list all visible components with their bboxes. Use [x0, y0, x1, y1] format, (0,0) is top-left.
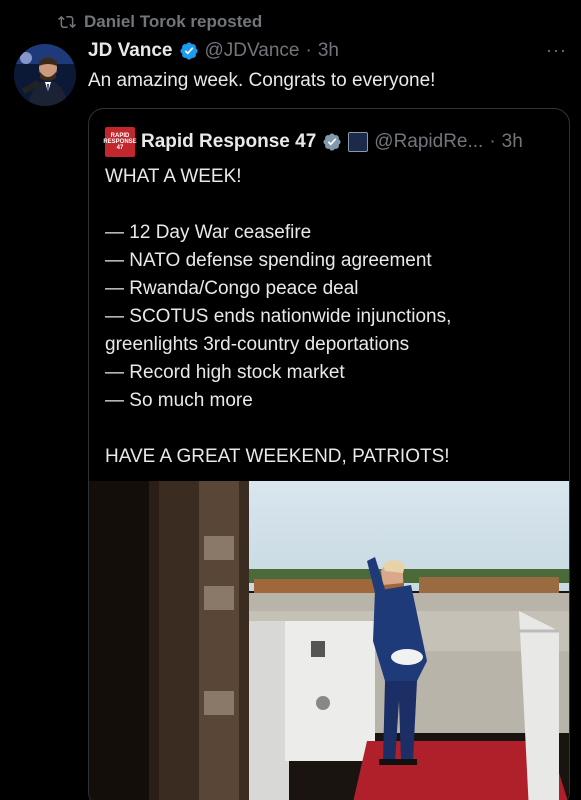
quote-line: — 12 Day War ceasefire [105, 222, 312, 243]
author-handle[interactable]: @JDVance [205, 40, 300, 62]
timestamp[interactable]: 3h [318, 40, 339, 62]
author-name[interactable]: JD Vance [88, 40, 173, 62]
avatar[interactable] [14, 44, 76, 106]
quote-line: — Rwanda/Congo peace deal [105, 278, 359, 299]
quote-line [105, 415, 565, 443]
repost-icon [58, 15, 76, 29]
quote-author-name[interactable]: Rapid Response 47 [141, 131, 316, 153]
quote-separator-dot: · [489, 131, 496, 152]
gray-verified-badge-icon [323, 133, 341, 151]
quote-timestamp[interactable]: 3h [502, 131, 523, 153]
quote-line: HAVE A GREAT WEEKEND, PATRIOTS! [105, 446, 450, 467]
separator-dot: · [305, 40, 312, 61]
quote-line: greenlights 3rd-country deportations [105, 334, 410, 355]
repost-indicator[interactable]: Daniel Torok reposted [58, 12, 262, 32]
verified-badge-icon [179, 42, 198, 60]
quote-line: — So much more [105, 390, 253, 411]
quote-line: — Record high stock market [105, 362, 345, 383]
quote-line [105, 191, 565, 219]
quote-header: RAPID RESPONSE 47 Rapid Response 47 @Rap… [103, 127, 523, 157]
tweet-text: An amazing week. Congrats to everyone! [88, 70, 436, 91]
more-options-icon[interactable]: ··· [546, 40, 567, 61]
white-house-affiliation-icon [348, 132, 369, 152]
repost-text: Daniel Torok reposted [84, 12, 263, 31]
rapid-response-logo: RAPID RESPONSE 47 [103, 127, 137, 157]
quote-text: WHAT A WEEK! — 12 Day War ceasefire — NA… [105, 163, 565, 471]
quote-photo[interactable] [89, 481, 569, 800]
quoted-tweet[interactable]: RAPID RESPONSE 47 Rapid Response 47 @Rap… [88, 108, 570, 800]
quote-line: — SCOTUS ends nationwide injunctions, [105, 306, 452, 327]
tweet-header: JD Vance @JDVance · 3h [88, 40, 339, 62]
quote-line: — NATO defense spending agreement [105, 250, 432, 271]
quote-line: WHAT A WEEK! [105, 166, 242, 187]
quote-author-handle[interactable]: @RapidRe... [374, 131, 483, 153]
